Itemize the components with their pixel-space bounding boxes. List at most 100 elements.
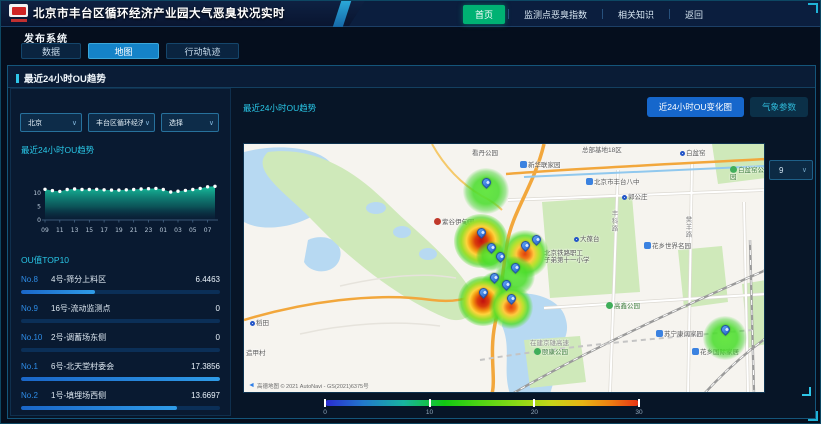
park-icon <box>730 166 737 173</box>
nav-item-1[interactable]: 首页 <box>463 5 505 24</box>
nav-item-2[interactable]: 监测点恶臭指数 <box>512 5 599 24</box>
bar-track <box>21 406 220 410</box>
svg-text:09: 09 <box>41 227 49 234</box>
metro-station-icon <box>250 321 255 326</box>
region-select[interactable]: 北京∨ <box>20 113 82 132</box>
poi-icon <box>656 330 663 337</box>
rank-label: No.2 <box>21 391 45 400</box>
slant-divider <box>333 1 351 27</box>
bar-fill <box>21 377 220 381</box>
map-label: 造甲村 <box>246 350 266 357</box>
colorbar-tick <box>638 399 640 407</box>
poi-icon <box>692 348 699 355</box>
svg-text:10: 10 <box>33 190 41 197</box>
site-name: 2号-调蓄场东侧 <box>51 332 216 343</box>
nav-separator <box>602 9 603 19</box>
tab-1[interactable]: 数据 <box>21 43 81 59</box>
corner-accent-top-right <box>808 3 818 13</box>
svg-text:13: 13 <box>71 227 79 234</box>
map-label: 白盆窑 <box>680 150 706 157</box>
bar-track <box>21 348 220 352</box>
colorbar-tick <box>324 399 326 407</box>
map-label: 白盆窑公园 <box>730 166 764 181</box>
map-corner-accent <box>802 387 811 396</box>
map-label: 在建京雄高速 <box>530 340 569 347</box>
bar-track <box>21 377 220 381</box>
metro-station-icon <box>574 237 579 242</box>
map-label: 大葆台 <box>574 236 600 243</box>
rank-label: No.10 <box>21 333 45 342</box>
rank-label: No.8 <box>21 275 45 284</box>
metro-station-icon <box>680 151 685 156</box>
amap-logo-icon: ◄ <box>248 383 255 389</box>
tab-3[interactable]: 行动轨迹 <box>166 43 239 59</box>
top10-item: No.916号-流动监测点0 <box>21 303 220 323</box>
bar-fill <box>21 406 177 410</box>
nav-item-3[interactable]: 相关知识 <box>606 5 666 24</box>
svg-text:01: 01 <box>159 227 167 234</box>
left-panel: 北京∨丰台区循环经济产∨选择∨ 最近24小时OU趋势 0510091113151… <box>10 88 231 416</box>
map-button-1[interactable]: 近24小时OU变化图 <box>647 97 744 117</box>
site-name: 6号-北天堂村委会 <box>51 361 191 372</box>
map-label: 新华联家园 <box>520 161 561 169</box>
colorbar-tick <box>429 399 431 407</box>
panel-title-bar: 最近24小时OU趋势 <box>8 66 815 88</box>
main-panel: 最近24小时OU趋势 北京∨丰台区循环经济产∨选择∨ 最近24小时OU趋势 05… <box>7 65 816 419</box>
dashboard-screen: 北京市丰台区循环经济产业园大气恶臭状况实时 首页监测点恶臭指数相关知识返回 发布… <box>0 0 821 424</box>
heatmap-colorbar: 0102030 <box>325 400 639 420</box>
chevron-down-icon: ∨ <box>802 166 807 174</box>
svg-text:0: 0 <box>37 217 41 224</box>
ou-value: 13.6697 <box>191 391 220 400</box>
nav-menu: 首页监测点恶臭指数相关知识返回 <box>463 4 715 24</box>
svg-text:21: 21 <box>130 227 138 234</box>
bar-track <box>21 290 220 294</box>
park-select[interactable]: 丰台区循环经济产∨ <box>88 113 155 132</box>
nav-separator <box>508 9 509 19</box>
poi-icon <box>520 161 527 168</box>
heatmap-blob-orange <box>489 285 533 329</box>
map-header-buttons: 近24小时OU变化图气象参数 <box>647 97 808 117</box>
colorbar-gradient <box>325 400 639 406</box>
ou-value: 0 <box>216 304 220 313</box>
colorbar-tick-label: 30 <box>635 409 642 416</box>
poi-red-icon <box>434 218 441 225</box>
map-zoom-select[interactable]: 9 ∨ <box>769 160 813 180</box>
nav-separator <box>669 9 670 19</box>
top10-item: No.10 2号-调蓄场东侧0 <box>21 332 220 352</box>
svg-text:15: 15 <box>85 227 93 234</box>
heatmap-blob-green <box>703 316 747 360</box>
nav-item-4[interactable]: 返回 <box>673 5 715 24</box>
trend-chart-wrap: 0510091113151719212301030507 <box>17 160 230 240</box>
rank-label: No.1 <box>21 362 45 371</box>
filter-row: 北京∨ 丰台区循环经济产∨ 选择∨ <box>20 113 225 132</box>
colorbar-tick <box>533 399 535 407</box>
svg-text:07: 07 <box>204 227 212 234</box>
map-label: 樊羊路 <box>684 216 691 239</box>
map-canvas[interactable]: 总部基地18区看丹公园新华联家园北京市丰台八中白盆窑白盆窑公园郭公庄大葆台花乡世… <box>243 143 765 393</box>
app-logo-icon <box>9 4 28 24</box>
map-label: 颐康公园 <box>534 348 568 356</box>
station-select[interactable]: 选择∨ <box>161 113 219 132</box>
colorbar-tick-label: 20 <box>531 409 538 416</box>
ou-value: 0 <box>216 333 220 342</box>
top10-title: OU值TOP10 <box>21 254 230 266</box>
map-label: 苏宁康阔家园 <box>656 330 703 338</box>
map-attribution: ◄ 高德地图 © 2021 AutoNavi - GS(2021)6375号 <box>248 382 369 390</box>
map-button-2[interactable]: 气象参数 <box>750 97 808 117</box>
tab-2[interactable]: 地图 <box>88 43 159 59</box>
svg-text:03: 03 <box>174 227 182 234</box>
map-label: 北京市丰台八中 <box>586 178 640 186</box>
top10-list: No.84号-筛分上料区6.4463No.916号-流动监测点0No.102号-… <box>21 274 220 410</box>
app-title: 北京市丰台区循环经济产业园大气恶臭状况实时 <box>33 1 285 27</box>
top10-item: No.21号-填埋场西侧13.6697 <box>21 390 220 410</box>
svg-text:23: 23 <box>145 227 153 234</box>
park-icon <box>606 302 613 309</box>
poi-icon <box>586 178 593 185</box>
chevron-down-icon: ∨ <box>209 119 214 127</box>
bar-fill <box>21 290 95 294</box>
map-label: 稻田 <box>250 320 269 327</box>
top10-item: No.84号-筛分上料区6.4463 <box>21 274 220 294</box>
colorbar-tick-label: 10 <box>426 409 433 416</box>
map-label: 看丹公园 <box>472 150 498 157</box>
bar-track <box>21 319 220 323</box>
